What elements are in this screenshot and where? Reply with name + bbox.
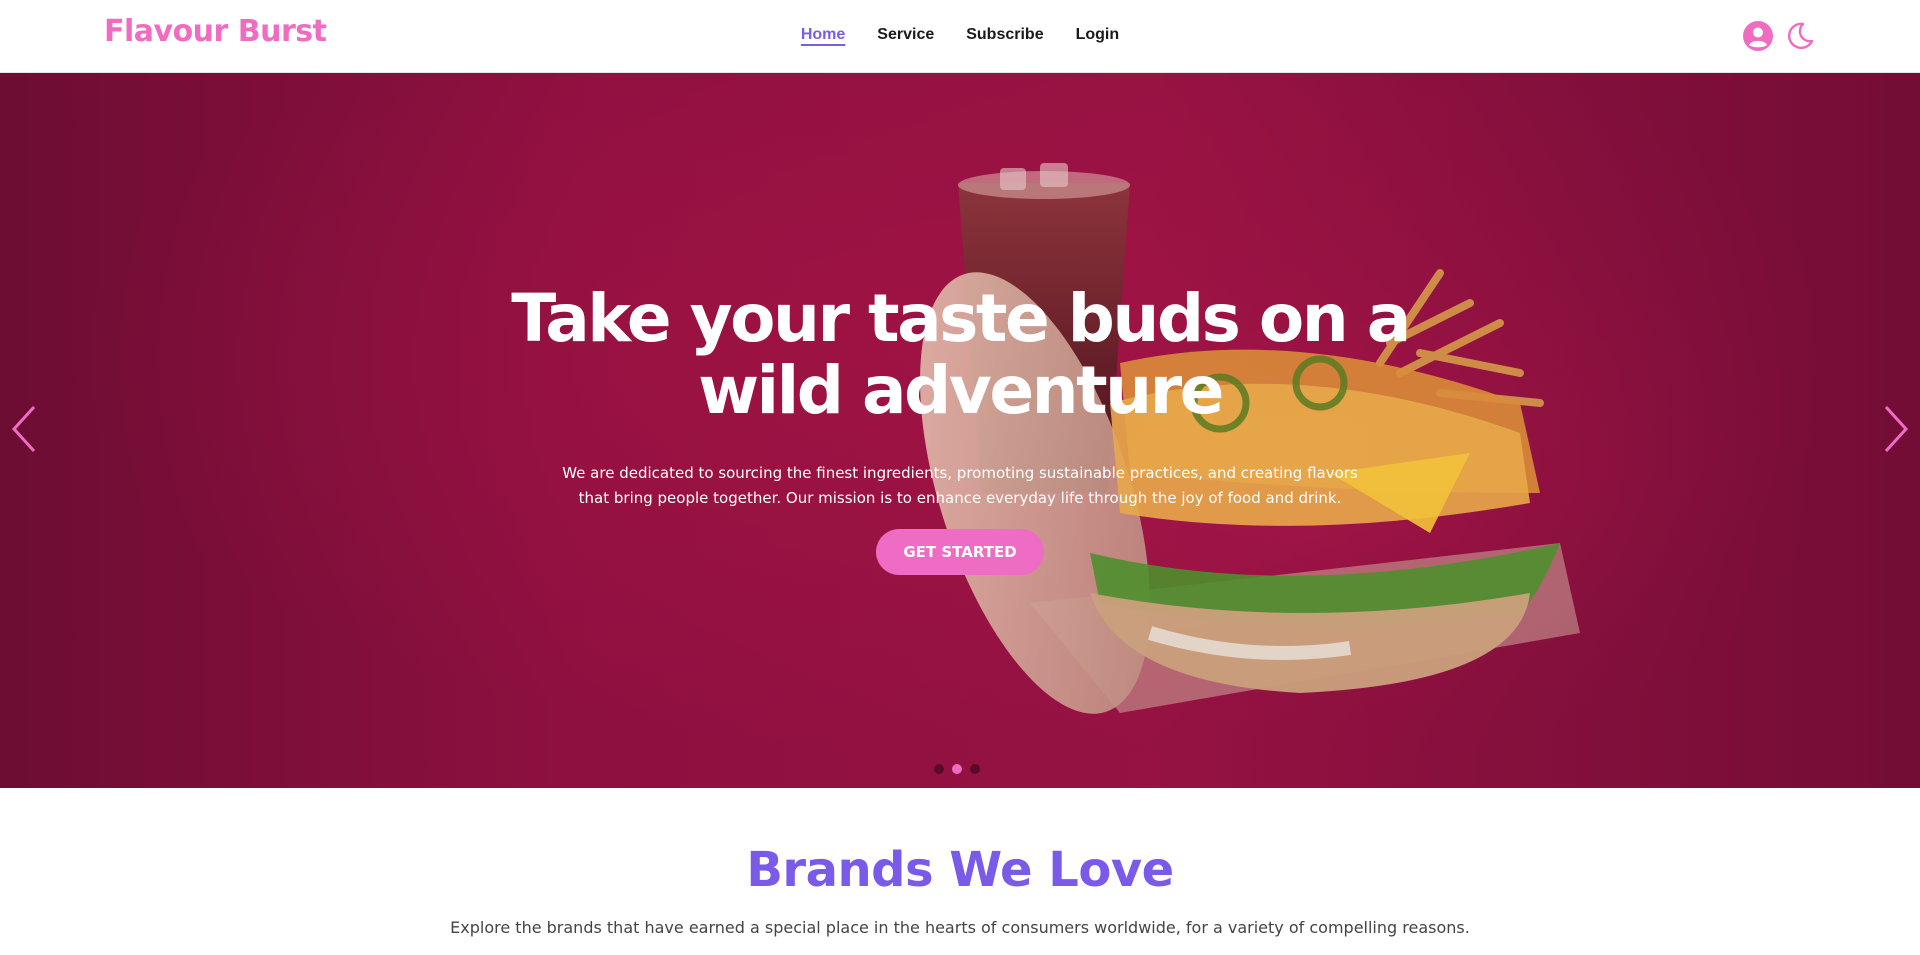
carousel-dot-1[interactable] — [934, 764, 944, 774]
brands-section-title: Brands We Love — [746, 842, 1174, 898]
carousel-indicators — [934, 764, 980, 774]
brands-section-subtitle: Explore the brands that have earned a sp… — [450, 918, 1470, 937]
hero-description: We are dedicated to sourcing the finest … — [562, 464, 1358, 507]
nav-link-login[interactable]: Login — [1076, 26, 1120, 44]
nav-link-service[interactable]: Service — [877, 26, 934, 44]
nav-link-home[interactable]: Home — [801, 26, 845, 44]
user-circle-icon[interactable] — [1742, 20, 1774, 52]
carousel-dot-2[interactable] — [952, 764, 962, 774]
nav-link-subscribe[interactable]: Subscribe — [966, 26, 1043, 44]
hero-food-image — [780, 163, 1820, 773]
nav-icon-group — [1742, 20, 1816, 52]
get-started-button[interactable]: GET STARTED — [876, 529, 1044, 575]
hero-carousel: Take your taste buds on a wild adventure… — [0, 73, 1920, 788]
navbar: Flavour Burst Home Service Subscribe Log… — [0, 0, 1920, 73]
moon-icon[interactable] — [1784, 20, 1816, 52]
carousel-next-arrow-icon[interactable] — [1880, 403, 1912, 455]
hero-title: Take your taste buds on a wild adventure — [511, 280, 1411, 429]
main-nav: Home Service Subscribe Login — [0, 26, 1920, 44]
carousel-dot-3[interactable] — [970, 764, 980, 774]
carousel-prev-arrow-icon[interactable] — [8, 403, 40, 455]
